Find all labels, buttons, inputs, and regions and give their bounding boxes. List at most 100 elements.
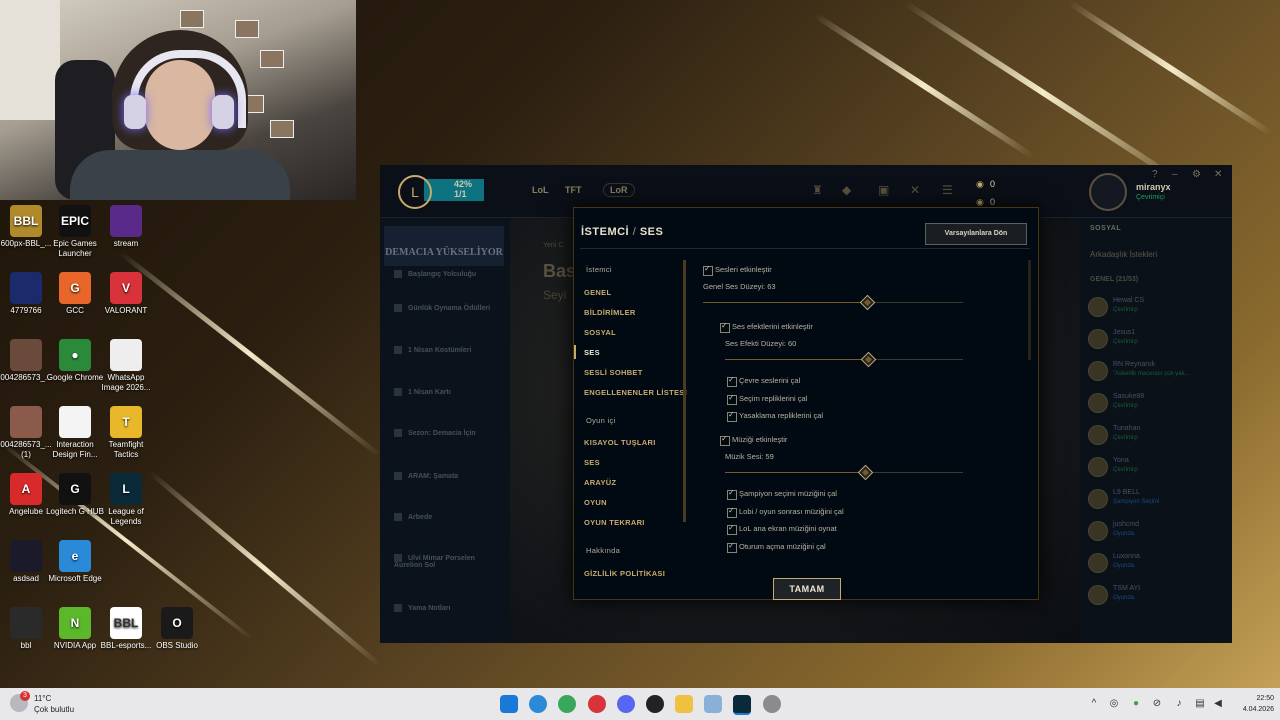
home-nav-label: Ulvi Mimar Porselen Aurelion Sol bbox=[394, 554, 475, 569]
chrome-icon[interactable] bbox=[558, 695, 576, 713]
nav-client-2[interactable]: SOSYAL bbox=[584, 328, 616, 337]
wallpaper-stripe bbox=[118, 250, 382, 458]
home-nav-item[interactable]: Ulvi Mimar Porselen Aurelion Sol bbox=[394, 554, 504, 569]
event-banner[interactable]: DEMACIA YÜKSELİYOR bbox=[384, 226, 504, 266]
home-nav-item[interactable]: 1 Nisan Kostümleri bbox=[394, 346, 504, 354]
friend-list-item[interactable]: Tunahan Çevrimiçi bbox=[1088, 420, 1228, 450]
avatar bbox=[1088, 425, 1108, 445]
nav-game-3[interactable]: OYUN bbox=[584, 498, 607, 507]
settings-icon[interactable] bbox=[763, 695, 781, 713]
settings-nav-scrollbar[interactable] bbox=[683, 260, 686, 522]
friend-list-item[interactable]: Luxonna Oyunda bbox=[1088, 548, 1228, 578]
ok-button[interactable]: TAMAM bbox=[773, 578, 841, 600]
gear-icon[interactable]: ⚙ bbox=[1192, 169, 1201, 180]
speaker-icon[interactable]: ◀ bbox=[1212, 698, 1224, 710]
music-volume-slider[interactable] bbox=[725, 464, 963, 481]
home-nav-item[interactable]: Başlangıç Yolculuğu bbox=[394, 270, 504, 278]
tab-tft[interactable]: TFT bbox=[565, 185, 582, 195]
chest-icon[interactable]: ▣ bbox=[878, 183, 892, 197]
nav-game-1[interactable]: SES bbox=[584, 458, 600, 467]
friend-list-item[interactable]: L9 BELL Şampiyon Seçimi bbox=[1088, 484, 1228, 514]
music-volume-slider-thumb[interactable] bbox=[857, 464, 874, 481]
chevron-up-icon[interactable]: ^ bbox=[1088, 698, 1100, 710]
network-icon[interactable]: ⊘ bbox=[1151, 698, 1163, 710]
music-option-3-checkbox[interactable] bbox=[727, 541, 737, 553]
sfx-volume-slider[interactable] bbox=[725, 351, 963, 368]
home-nav-item[interactable]: Arbede bbox=[394, 513, 504, 521]
nav-game-2[interactable]: ARAYÜZ bbox=[584, 478, 616, 487]
desktop-icon[interactable]: O OBS Studio bbox=[147, 607, 207, 651]
discord-icon[interactable] bbox=[617, 695, 635, 713]
desktop-icon[interactable]: V VALORANT bbox=[96, 272, 156, 316]
start-icon[interactable] bbox=[500, 695, 518, 713]
nav-client-5[interactable]: ENGELLENENLER LİSTESİ bbox=[584, 388, 687, 397]
settings-content-scrollbar[interactable] bbox=[1028, 260, 1031, 360]
help-icon[interactable]: ? bbox=[1152, 169, 1158, 180]
friend-list-item[interactable]: Yona Çevrimiçi bbox=[1088, 452, 1228, 482]
home-nav-item[interactable]: ARAM: Şamata bbox=[394, 472, 504, 480]
tab-lol[interactable]: LoL bbox=[532, 185, 549, 195]
clock[interactable]: 22:50 4.04.2026 bbox=[1228, 693, 1274, 715]
nav-client-0[interactable]: GENEL bbox=[584, 288, 611, 297]
wifi-icon[interactable]: ▤ bbox=[1194, 698, 1206, 710]
enable-music-checkbox[interactable] bbox=[720, 434, 730, 446]
shield-icon[interactable]: ◆ bbox=[842, 183, 856, 197]
nav-client-1[interactable]: BİLDİRİMLER bbox=[584, 308, 636, 317]
friend-list-item[interactable]: Hewal CS Çevrimiçi bbox=[1088, 292, 1228, 322]
avatar[interactable] bbox=[1089, 173, 1127, 211]
master-volume-slider-thumb[interactable] bbox=[859, 294, 876, 311]
friend-list-item[interactable]: Jesus1 Çevrimiçi bbox=[1088, 324, 1228, 354]
desktop-icon[interactable]: L League of Legends bbox=[96, 473, 156, 527]
minimize-icon[interactable]: – bbox=[1172, 169, 1178, 180]
close-icon[interactable]: ✕ bbox=[1214, 169, 1222, 180]
app-icon[interactable] bbox=[588, 695, 606, 713]
desktop-icon[interactable]: T Teamfight Tactics bbox=[96, 406, 156, 460]
friend-list-item[interactable]: RN Reynarok "Askerlik macerası çok yak... bbox=[1088, 356, 1228, 386]
active-nav-indicator bbox=[574, 345, 576, 359]
sfx-option-0-checkbox[interactable] bbox=[727, 375, 737, 387]
sfx-option-1-checkbox[interactable] bbox=[727, 393, 737, 405]
music-option-1-checkbox[interactable] bbox=[727, 506, 737, 518]
nav-privacy-policy[interactable]: GİZLİLİK POLİTİKASI bbox=[584, 569, 665, 578]
desktop-icon[interactable]: stream bbox=[96, 205, 156, 249]
mic-icon[interactable]: ♪ bbox=[1173, 698, 1185, 710]
edge-icon[interactable] bbox=[529, 695, 547, 713]
app-icon[interactable] bbox=[704, 695, 722, 713]
level-ring[interactable]: L bbox=[398, 175, 432, 209]
master-volume-slider[interactable] bbox=[703, 294, 963, 311]
obs-icon[interactable] bbox=[646, 695, 664, 713]
home-nav-item[interactable]: Günlük Oynama Ödülleri bbox=[394, 304, 504, 312]
sfx-volume-slider-thumb[interactable] bbox=[860, 351, 877, 368]
nav-game-4[interactable]: OYUN TEKRARI bbox=[584, 518, 645, 527]
music-option-2-checkbox[interactable] bbox=[727, 523, 737, 535]
desktop-icon[interactable]: e Microsoft Edge bbox=[45, 540, 105, 584]
nav-item-icon bbox=[394, 513, 402, 521]
home-nav-item[interactable]: Yama Notları bbox=[394, 604, 504, 612]
tray-icon[interactable]: ● bbox=[1130, 698, 1142, 710]
nav-game-0[interactable]: KISAYOL TUŞLARI bbox=[584, 438, 656, 447]
friend-list-item[interactable]: jushcmd Oyunda bbox=[1088, 516, 1228, 546]
store-icon[interactable]: ☰ bbox=[942, 183, 956, 197]
league-taskbar-icon[interactable] bbox=[733, 695, 751, 715]
app-icon bbox=[110, 205, 142, 237]
settings-modal: İSTEMCİ / SES Varsayılanlara Dön İstemci… bbox=[573, 207, 1039, 600]
nav-client-4[interactable]: SESLİ SOHBET bbox=[584, 368, 643, 377]
sfx-option-2-checkbox[interactable] bbox=[727, 410, 737, 422]
enable-sounds-checkbox[interactable] bbox=[703, 264, 713, 276]
logitech-tray-icon[interactable]: ◎ bbox=[1108, 698, 1120, 710]
friend-list-item[interactable]: Sasuke88 Çevrimiçi bbox=[1088, 388, 1228, 418]
folder-icon[interactable] bbox=[675, 695, 693, 713]
nav-client-3[interactable]: SES bbox=[584, 348, 600, 357]
restore-defaults-button[interactable]: Varsayılanlara Dön bbox=[925, 223, 1027, 245]
home-nav-item[interactable]: 1 Nisan Kartı bbox=[394, 388, 504, 396]
friend-list-item[interactable]: TSM AYI Oyunda bbox=[1088, 580, 1228, 610]
friend-group-header[interactable]: GENEL (21/53) bbox=[1090, 276, 1138, 283]
desktop-icon[interactable]: WhatsApp Image 2026... bbox=[96, 339, 156, 393]
music-option-0-checkbox[interactable] bbox=[727, 488, 737, 500]
tab-lor[interactable]: LoR bbox=[603, 183, 635, 197]
trophy-icon[interactable]: ♜ bbox=[812, 183, 826, 197]
crafting-icon[interactable]: ✕ bbox=[910, 183, 924, 197]
friend-requests-link[interactable]: Arkadaşlık İstekleri bbox=[1090, 250, 1157, 259]
enable-sfx-checkbox[interactable] bbox=[720, 321, 730, 333]
home-nav-item[interactable]: Sezon: Demacia İçin bbox=[394, 429, 504, 437]
